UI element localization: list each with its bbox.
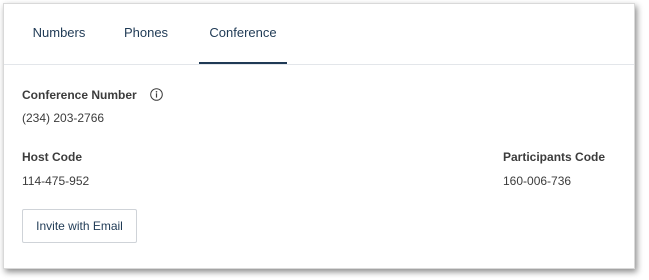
host-code-label: Host Code (22, 150, 82, 164)
host-code-value: 114-475-952 (22, 174, 90, 188)
participants-code-value: 160-006-736 (503, 174, 572, 188)
info-icon[interactable] (150, 88, 163, 101)
tab-numbers[interactable]: Numbers (17, 4, 101, 64)
participants-code-label: Participants Code (503, 150, 606, 164)
tab-conference[interactable]: Conference (199, 4, 287, 64)
conference-number-value: (234) 203-2766 (22, 111, 105, 125)
active-tab-indicator (199, 62, 287, 64)
invite-with-email-button[interactable]: Invite with Email (22, 209, 137, 243)
conference-number-label: Conference Number (22, 88, 137, 102)
tab-phones[interactable]: Phones (109, 4, 183, 64)
conference-panel: Numbers Phones Conference Conference Num… (3, 3, 635, 269)
tab-bar: Numbers Phones Conference (4, 4, 634, 65)
